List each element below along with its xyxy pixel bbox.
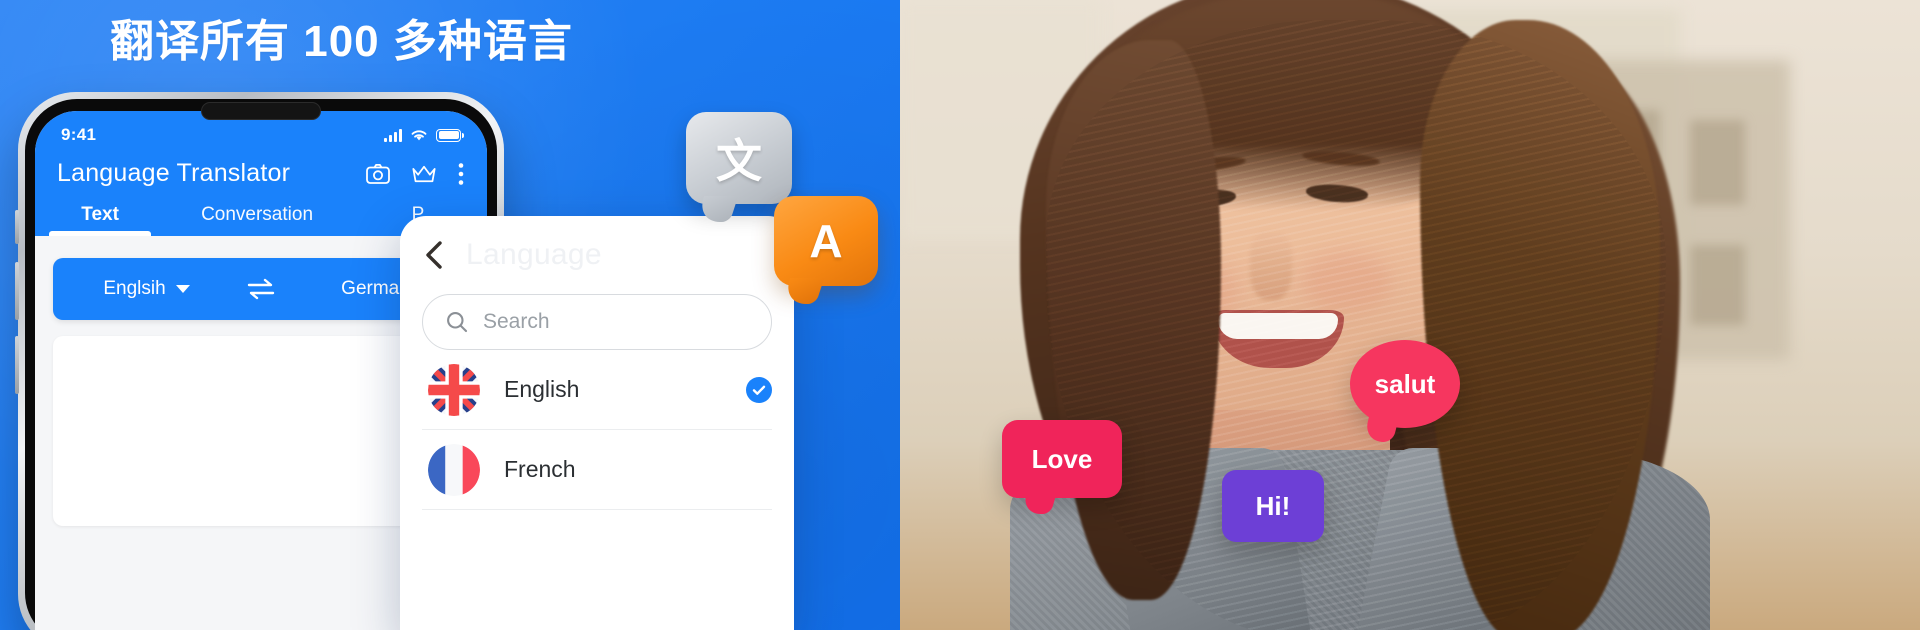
swap-arrows-icon — [247, 278, 275, 300]
lifestyle-photo — [900, 0, 1920, 630]
phone-volume-up-button — [15, 262, 19, 320]
search-icon — [447, 312, 468, 333]
hair — [1420, 20, 1660, 630]
language-name: French — [504, 456, 576, 482]
app-bar: Language Translator — [35, 153, 487, 188]
teeth — [1218, 313, 1338, 339]
check-icon — [746, 376, 772, 403]
wifi-icon — [411, 130, 427, 141]
sheet-title: Language — [466, 238, 602, 271]
translate-bubble-latin: A — [774, 196, 878, 286]
translate-bubble-chinese: 文 — [686, 112, 792, 204]
source-language-label: Englsih — [103, 278, 166, 299]
headline: 翻译所有 100 多种语言 — [110, 17, 573, 66]
sheet-header: Language — [422, 216, 772, 294]
phone-notch — [201, 102, 321, 120]
crown-icon[interactable] — [411, 161, 437, 187]
promo-banner: 翻译所有 100 多种语言 9:41 Language Translator T… — [0, 0, 1920, 630]
flag-uk-icon — [428, 363, 480, 416]
cheek — [1302, 252, 1392, 312]
language-name: English — [504, 376, 580, 402]
word-bubble-love: Love — [1002, 420, 1122, 498]
swap-languages-button[interactable] — [240, 278, 282, 300]
status-time: 9:41 — [61, 125, 97, 144]
bubble-glyph: A — [809, 215, 843, 267]
back-chevron-icon[interactable] — [422, 240, 448, 270]
language-list-item-french[interactable]: French — [422, 430, 772, 510]
person-portrait — [950, 0, 1830, 630]
bubble-glyph: 文 — [716, 135, 762, 187]
battery-icon — [436, 128, 464, 142]
search-placeholder: Search — [483, 310, 550, 333]
source-language-selector[interactable]: Englsih — [53, 278, 240, 300]
phone-volume-down-button — [15, 336, 19, 394]
language-selection-sheet: Language Search English French — [400, 216, 794, 630]
flag-france-icon — [428, 443, 480, 496]
phone-mute-switch — [15, 210, 19, 244]
cellular-signal-icon — [384, 128, 402, 142]
nose — [1250, 230, 1292, 300]
language-list-item-english[interactable]: English — [422, 350, 772, 430]
tab-conversation[interactable]: Conversation — [165, 204, 349, 236]
overflow-menu-icon[interactable] — [457, 161, 465, 187]
camera-icon[interactable] — [365, 161, 391, 187]
app-title: Language Translator — [57, 159, 291, 187]
search-input[interactable]: Search — [422, 294, 772, 350]
word-bubble-hi: Hi! — [1222, 470, 1324, 542]
chevron-down-icon — [175, 285, 190, 293]
word-bubble-salut: salut — [1350, 340, 1460, 428]
app-bar-actions — [365, 161, 465, 187]
tab-text[interactable]: Text — [35, 204, 165, 236]
status-icons — [384, 127, 464, 143]
